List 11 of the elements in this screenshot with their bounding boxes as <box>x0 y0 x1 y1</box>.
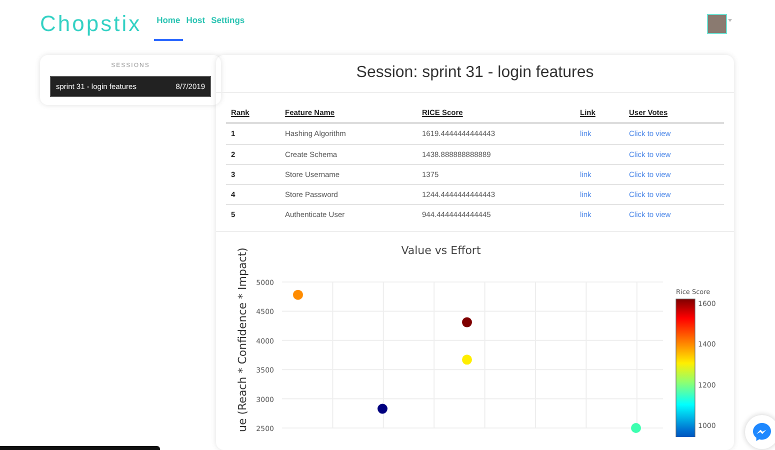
nav-link[interactable]: Settings <box>208 5 248 41</box>
chat-bubble-button[interactable] <box>745 415 775 449</box>
logo: Chopstix <box>40 10 142 38</box>
nav-link[interactable]: Home <box>154 5 184 41</box>
nav-link[interactable]: Host <box>183 5 208 41</box>
avatar[interactable] <box>707 14 727 34</box>
chat-icon <box>752 422 772 442</box>
chart-title: Value vs Effort <box>401 244 481 256</box>
caret-icon[interactable] <box>728 19 732 22</box>
y-axis-label: ue (Reach * Confidence * Impact) <box>236 247 249 432</box>
session-title: Session: sprint 31 - login features <box>216 55 734 93</box>
